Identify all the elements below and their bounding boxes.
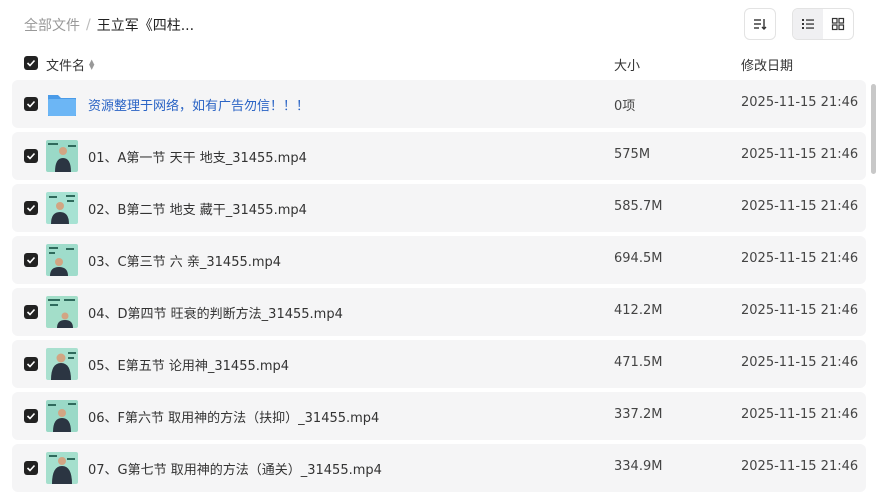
row-checkbox[interactable]	[24, 253, 38, 267]
file-row-video[interactable]: 06、F第六节 取用神的方法（扶抑）_31455.mp4 337.2M 2025…	[12, 392, 866, 440]
sort-button[interactable]	[744, 8, 776, 40]
list-view-icon	[802, 19, 814, 29]
column-name-header[interactable]: 文件名 ▲ ▼	[46, 55, 94, 74]
file-row-video[interactable]: 07、G第七节 取用神的方法（通关）_31455.mp4 334.9M 2025…	[12, 444, 866, 492]
check-icon	[26, 100, 36, 108]
column-date-header[interactable]: 修改日期	[741, 55, 793, 74]
breadcrumb: 全部文件 / 王立军《四柱...	[24, 15, 194, 35]
row-checkbox[interactable]	[24, 461, 38, 475]
file-size: 471.5M	[614, 355, 663, 370]
scrollbar-thumb[interactable]	[871, 84, 876, 174]
row-checkbox[interactable]	[24, 97, 38, 111]
file-date: 2025-11-15 21:46	[741, 303, 859, 318]
video-thumbnail-icon	[46, 348, 78, 380]
file-name[interactable]: 07、G第七节 取用神的方法（通关）_31455.mp4	[88, 459, 382, 478]
row-checkbox[interactable]	[24, 409, 38, 423]
file-name[interactable]: 05、E第五节 论用神_31455.mp4	[88, 355, 289, 374]
file-size: 337.2M	[614, 407, 663, 422]
file-size: 585.7M	[614, 199, 663, 214]
top-bar: 全部文件 / 王立军《四柱...	[0, 0, 878, 48]
video-thumbnail-icon	[46, 244, 78, 276]
check-icon	[26, 59, 36, 67]
file-date: 2025-11-15 21:46	[741, 147, 859, 162]
file-name[interactable]: 01、A第一节 天干 地支_31455.mp4	[88, 147, 307, 166]
file-row-video[interactable]: 02、B第二节 地支 藏干_31455.mp4 585.7M 2025-11-1…	[12, 184, 866, 232]
breadcrumb-separator: /	[86, 17, 91, 33]
file-date: 2025-11-15 21:46	[741, 251, 859, 266]
file-size: 575M	[614, 147, 651, 162]
row-checkbox[interactable]	[24, 201, 38, 215]
breadcrumb-current: 王立军《四柱...	[96, 18, 195, 34]
video-thumbnail-icon	[46, 400, 78, 432]
file-size: 334.9M	[614, 459, 663, 474]
video-thumbnail-icon	[46, 296, 78, 328]
check-icon	[26, 308, 36, 316]
column-name-label: 文件名	[46, 59, 86, 74]
file-date: 2025-11-15 21:46	[741, 407, 859, 422]
breadcrumb-root-link[interactable]: 全部文件	[24, 15, 80, 35]
file-date: 2025-11-15 21:46	[741, 95, 859, 110]
file-date: 2025-11-15 21:46	[741, 459, 859, 474]
check-icon	[26, 464, 36, 472]
sort-arrows-icon: ▲ ▼	[89, 57, 95, 71]
folder-icon	[46, 88, 78, 120]
file-name[interactable]: 06、F第六节 取用神的方法（扶抑）_31455.mp4	[88, 407, 379, 426]
file-name[interactable]: 04、D第四节 旺衰的判断方法_31455.mp4	[88, 303, 343, 322]
file-row-video[interactable]: 05、E第五节 论用神_31455.mp4 471.5M 2025-11-15 …	[12, 340, 866, 388]
file-name[interactable]: 03、C第三节 六 亲_31455.mp4	[88, 251, 281, 270]
select-all-checkbox[interactable]	[24, 56, 38, 70]
video-thumbnail-icon	[46, 192, 78, 224]
sort-icon	[754, 19, 767, 30]
file-name[interactable]: 02、B第二节 地支 藏干_31455.mp4	[88, 199, 307, 218]
file-row-video[interactable]: 03、C第三节 六 亲_31455.mp4 694.5M 2025-11-15 …	[12, 236, 866, 284]
column-size-header[interactable]: 大小	[614, 55, 640, 74]
file-row-video[interactable]: 01、A第一节 天干 地支_31455.mp4 575M 2025-11-15 …	[12, 132, 866, 180]
row-checkbox[interactable]	[24, 305, 38, 319]
check-icon	[26, 256, 36, 264]
view-toggle	[792, 8, 854, 40]
check-icon	[26, 204, 36, 212]
video-thumbnail-icon	[46, 452, 78, 484]
file-size: 412.2M	[614, 303, 663, 318]
file-name[interactable]: 资源整理于网络，如有广告勿信！！！	[88, 95, 309, 114]
video-thumbnail-icon	[46, 140, 78, 172]
check-icon	[26, 360, 36, 368]
grid-view-icon	[831, 17, 845, 31]
list-view-button[interactable]	[793, 9, 823, 39]
check-icon	[26, 412, 36, 420]
row-checkbox[interactable]	[24, 149, 38, 163]
file-date: 2025-11-15 21:46	[741, 355, 859, 370]
grid-view-button[interactable]	[823, 9, 853, 39]
check-icon	[26, 152, 36, 160]
file-date: 2025-11-15 21:46	[741, 199, 859, 214]
column-header: 文件名 ▲ ▼ 大小 修改日期	[0, 52, 878, 76]
file-row-folder[interactable]: 资源整理于网络，如有广告勿信！！！ 0项 2025-11-15 21:46	[12, 80, 866, 128]
row-checkbox[interactable]	[24, 357, 38, 371]
file-size: 0项	[614, 99, 636, 114]
file-size: 694.5M	[614, 251, 663, 266]
file-row-video[interactable]: 04、D第四节 旺衰的判断方法_31455.mp4 412.2M 2025-11…	[12, 288, 866, 336]
